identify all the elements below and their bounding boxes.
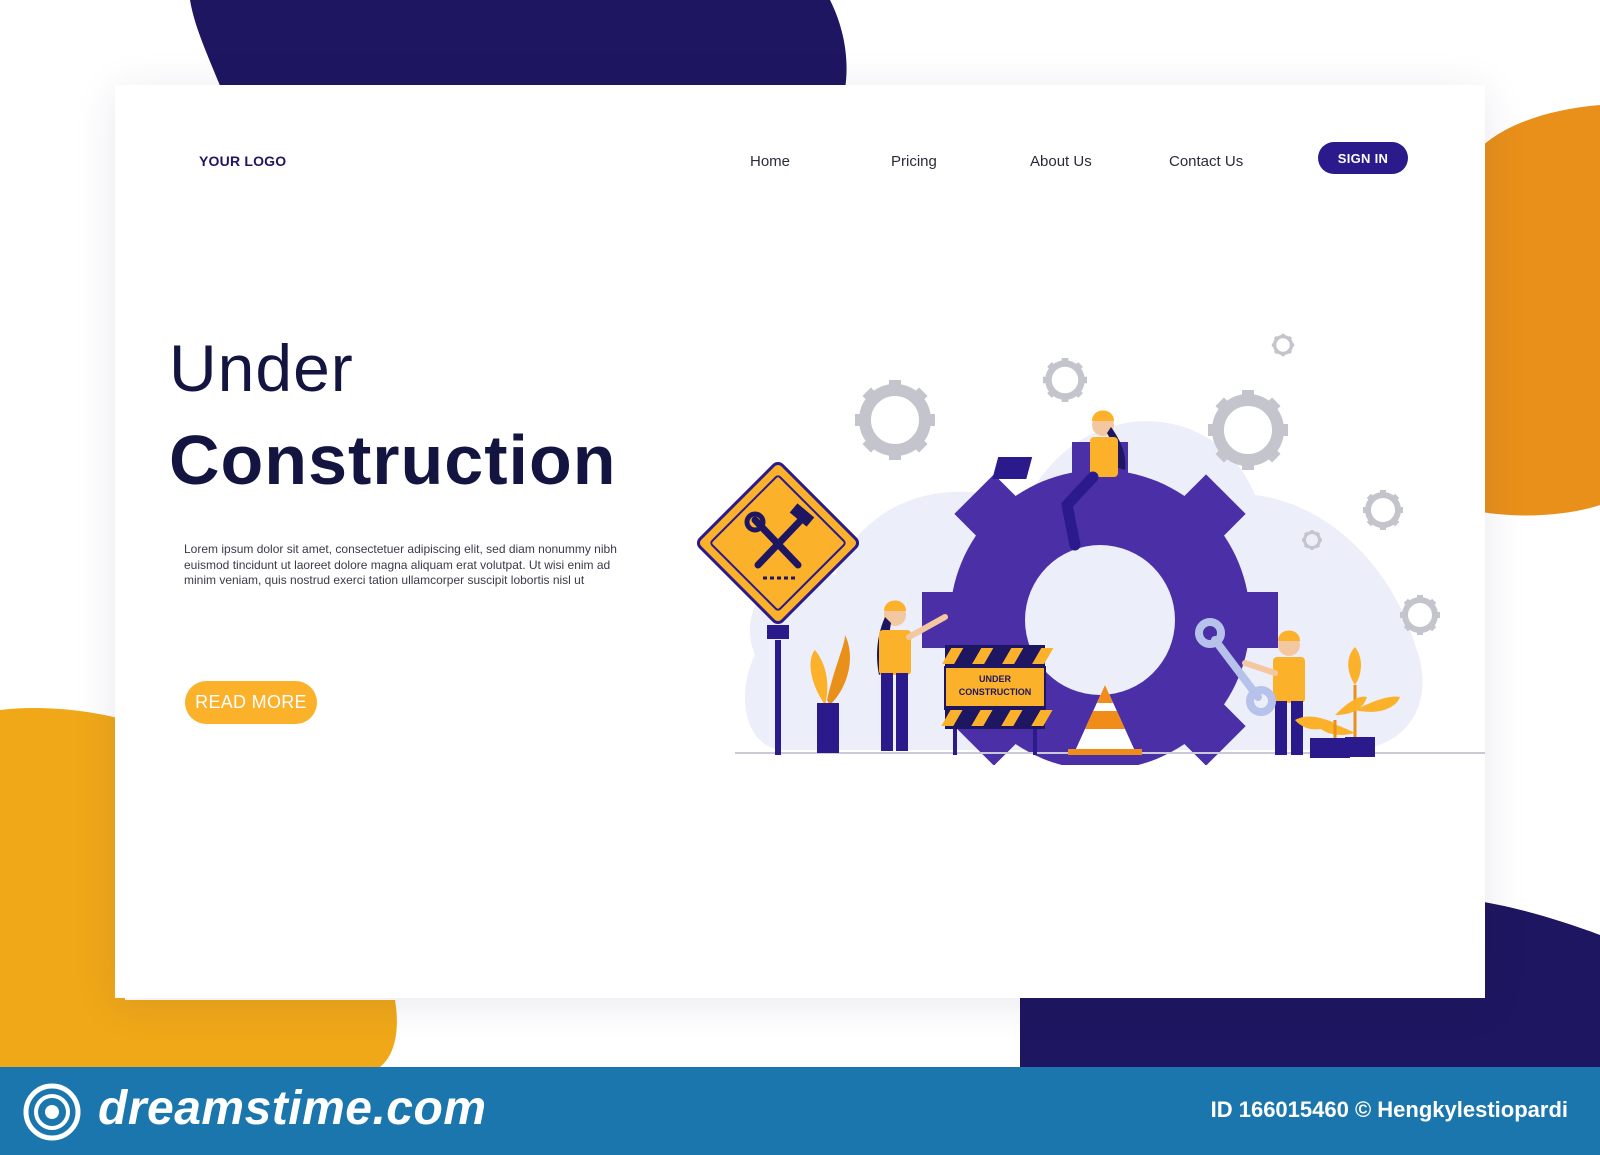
gear-icon — [1363, 490, 1403, 530]
barrier-label-line2: CONSTRUCTION — [959, 687, 1032, 697]
sign-in-button[interactable]: SIGN IN — [1318, 142, 1408, 174]
dreamstime-logo-icon — [23, 1083, 81, 1141]
right-orange-blob — [1470, 105, 1600, 516]
hero-title: Under Construction — [169, 335, 617, 495]
construction-illustration: UNDER CONSTRUCTION — [696, 332, 1485, 765]
hero-description: Lorem ipsum dolor sit amet, consectetuer… — [184, 542, 617, 587]
read-more-button[interactable]: READ MORE — [185, 681, 317, 724]
gear-icon — [1270, 332, 1296, 358]
hero-title-line2: Construction — [169, 421, 617, 499]
footer-bar: dreamstime.com ID 166015460 © Hengkylest… — [0, 1067, 1600, 1155]
barrier-label-line1: UNDER — [979, 674, 1012, 684]
nav-about-us[interactable]: About Us — [1030, 153, 1092, 170]
nav-pricing[interactable]: Pricing — [891, 153, 937, 170]
nav-contact-us[interactable]: Contact Us — [1169, 153, 1243, 170]
gear-icon — [855, 380, 935, 460]
footer-image-id: ID 166015460 © Hengkylestiopardi — [1210, 1097, 1568, 1122]
gear-icon — [1400, 595, 1440, 635]
main-nav: Home Pricing About Us Contact Us — [115, 153, 1485, 173]
gear-icon — [1208, 390, 1288, 470]
footer-brand: dreamstime.com — [98, 1082, 487, 1135]
landing-card: YOUR LOGO Home Pricing About Us Contact … — [115, 85, 1485, 998]
hero-title-line1: Under — [169, 331, 354, 405]
gear-icon — [1043, 358, 1087, 402]
laptop-icon — [992, 457, 1033, 479]
nav-home[interactable]: Home — [750, 153, 790, 170]
